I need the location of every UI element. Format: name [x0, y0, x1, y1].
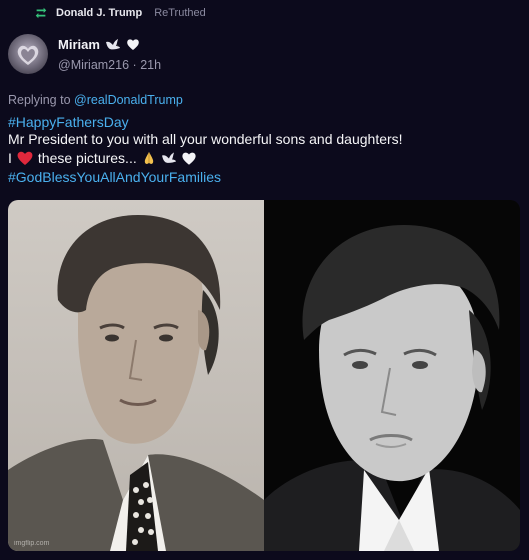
post-text-line-3: I these pictures... [8, 149, 197, 167]
dove-icon [161, 152, 176, 163]
meta-separator: · [132, 58, 137, 72]
red-heart-icon [17, 151, 33, 165]
portrait-left-image [8, 215, 264, 551]
portrait-right-image [264, 225, 520, 551]
retruth-label: ReTruthed [154, 7, 206, 19]
retruth-header: Donald J. Trump ReTruthed [34, 5, 206, 21]
photo-left[interactable]: imgflip.com [8, 200, 264, 551]
replying-to-label: Replying to [8, 93, 71, 107]
avatar-heart-image [17, 45, 39, 65]
author-handle[interactable]: @Miriam216 [58, 58, 129, 72]
post-text-i: I [8, 150, 12, 166]
praying-hands-icon [144, 152, 153, 164]
post-media[interactable]: imgflip.com [8, 200, 520, 551]
author-display-name-row: Miriam [58, 37, 140, 52]
post-time[interactable]: 21h [140, 58, 161, 72]
author-display-name[interactable]: Miriam [58, 37, 100, 52]
post-text-these-pictures: these pictures... [37, 150, 137, 166]
replying-to-link[interactable]: @realDonaldTrump [74, 93, 183, 107]
white-heart-icon [182, 152, 196, 165]
author-meta: @Miriam216 · 21h [58, 58, 161, 72]
post-text-message: Mr President to you with all your wonder… [8, 131, 403, 147]
truth-post: Donald J. Trump ReTruthed Miriam @Miriam… [0, 0, 529, 560]
media-watermark: imgflip.com [14, 540, 50, 547]
avatar[interactable] [8, 34, 48, 74]
retruth-icon [35, 7, 47, 19]
hashtag-god-bless[interactable]: #GodBlessYouAllAndYourFamilies [8, 168, 221, 186]
hashtag-happy-fathers-day[interactable]: #HappyFathersDay [8, 113, 129, 131]
post-text-line-2: Mr President to you with all your wonder… [8, 130, 403, 148]
replying-to: Replying to @realDonaldTrump [8, 93, 183, 107]
white-heart-icon [127, 39, 139, 50]
post-text-line-1: #HappyFathersDay [8, 113, 129, 131]
photo-right[interactable] [264, 200, 520, 551]
dove-icon [105, 39, 120, 50]
retruth-author-name[interactable]: Donald J. Trump [56, 7, 142, 19]
post-text-line-4: #GodBlessYouAllAndYourFamilies [8, 168, 221, 186]
